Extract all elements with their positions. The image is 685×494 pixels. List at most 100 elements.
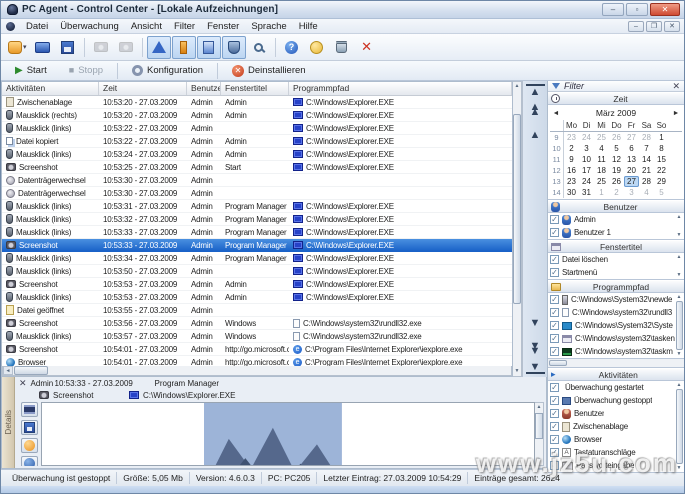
checkbox[interactable]: ✓ — [550, 383, 559, 392]
scrollbar-thumb[interactable] — [513, 114, 521, 304]
checkbox[interactable]: ✓ — [550, 396, 559, 405]
play-slideshow-button[interactable] — [21, 402, 38, 417]
calendar-day[interactable]: 2 — [564, 143, 579, 154]
calendar-day[interactable]: 25 — [594, 176, 609, 187]
calendar-day[interactable]: 1 — [654, 132, 669, 143]
table-row[interactable]: Screenshot10:53:53 - 27.03.2009AdminAdmi… — [2, 278, 512, 291]
aktivitaet-item[interactable]: ✓Überwachung gestoppt — [548, 394, 684, 407]
checkbox[interactable]: ✓ — [550, 308, 559, 317]
permissions-button[interactable] — [305, 36, 329, 59]
view-screenshots-button[interactable] — [172, 36, 196, 59]
calendar-day[interactable]: 21 — [639, 165, 654, 176]
calendar-day[interactable]: 4 — [639, 187, 654, 198]
calendar-day[interactable]: 26 — [609, 132, 624, 143]
menu-item-überwachung[interactable]: Überwachung — [54, 20, 125, 33]
checkbox[interactable]: ✓ — [550, 255, 559, 264]
table-row[interactable]: Mausklick (links)10:53:33 - 27.03.2009Ad… — [2, 226, 512, 239]
calendar-day[interactable]: 3 — [579, 143, 594, 154]
table-row[interactable]: Screenshot10:54:01 - 27.03.2009Adminhttp… — [2, 343, 512, 356]
scrollbar-thumb[interactable] — [676, 301, 683, 350]
calendar-day[interactable]: 11 — [594, 154, 609, 165]
column-header-c1[interactable]: Aktivitäten — [2, 82, 99, 95]
fenstertitel-item[interactable]: ✓Datei löschen — [548, 253, 684, 266]
programmpfad-scrollbar[interactable] — [548, 359, 684, 368]
table-row[interactable]: Mausklick (links)10:53:22 - 27.03.2009Ad… — [2, 122, 512, 135]
table-row[interactable]: Screenshot10:53:25 - 27.03.2009AdminStar… — [2, 161, 512, 174]
delete-recordings-button[interactable] — [330, 36, 354, 59]
table-row[interactable]: Mausklick (links)10:53:24 - 27.03.2009Ad… — [2, 148, 512, 161]
aktivitaet-item[interactable]: ✓Passworteingabe — [548, 459, 684, 472]
table-row[interactable]: Datei geöffnet10:53:55 - 27.03.2009Admin — [2, 304, 512, 317]
calendar-day[interactable]: 4 — [594, 143, 609, 154]
menu-item-sprache[interactable]: Sprache — [245, 20, 292, 33]
calendar-day-selected[interactable]: 27 — [624, 176, 639, 187]
checkbox[interactable]: ✓ — [550, 228, 559, 237]
checkbox[interactable]: ✓ — [550, 268, 559, 277]
calendar-day[interactable]: 30 — [564, 187, 579, 198]
aktivitaet-item[interactable]: ✓Zwischenablage — [548, 420, 684, 433]
calendar-day[interactable]: 22 — [654, 165, 669, 176]
scrollbar-thumb[interactable] — [14, 366, 48, 375]
calendar-day[interactable]: 15 — [654, 154, 669, 165]
scroll-up-icon[interactable]: ▲ — [677, 254, 682, 260]
fenstertitel-scrollbar[interactable]: ▲▼ — [675, 254, 683, 278]
column-header-c4[interactable]: Fenstertitel — [221, 82, 289, 95]
programmpfad-item[interactable]: ✓C:\Windows\System32\Syste — [548, 319, 684, 332]
scroll-up-icon[interactable]: ▲ — [513, 82, 521, 91]
programmpfad-item[interactable]: ✓C:\Windows\system32\taskm — [548, 345, 684, 358]
page-up-button[interactable]: ▲ — [526, 104, 545, 120]
scroll-up-icon[interactable]: ▲ — [677, 382, 682, 388]
table-row[interactable]: Mausklick (links)10:53:53 - 27.03.2009Ad… — [2, 291, 512, 304]
section-zeit[interactable]: Zeit — [548, 92, 684, 105]
live-view-button[interactable] — [247, 36, 271, 59]
table-row[interactable]: Datenträgerwechsel10:53:30 - 27.03.2009A… — [2, 187, 512, 200]
column-header-c5[interactable]: Programmpfad — [289, 82, 512, 95]
checkbox[interactable]: ✓ — [550, 448, 559, 457]
maximize-button[interactable]: ▫ — [626, 3, 648, 16]
next-record-button[interactable]: ▼ — [526, 315, 545, 331]
scrollbar-thumb[interactable] — [676, 389, 683, 464]
checkbox[interactable]: ✓ — [550, 215, 559, 224]
section-benutzer[interactable]: Benutzer — [548, 200, 684, 213]
open-backup-button[interactable] — [31, 36, 55, 59]
view-security-button[interactable] — [222, 36, 246, 59]
first-record-button[interactable]: ▲ — [526, 84, 545, 97]
checkbox[interactable]: ✓ — [550, 422, 559, 431]
checkbox[interactable]: ✓ — [550, 409, 559, 418]
menu-item-fenster[interactable]: Fenster — [201, 20, 245, 33]
table-row[interactable]: Mausklick (links)10:53:57 - 27.03.2009Ad… — [2, 330, 512, 343]
calendar-day[interactable]: 29 — [654, 176, 669, 187]
checkbox[interactable]: ✓ — [550, 347, 559, 356]
aktivitaet-item[interactable]: ✓Browser — [548, 433, 684, 446]
mdi-minimize-button[interactable]: – — [628, 21, 644, 32]
uninstall-button[interactable]: Deinstallieren — [224, 64, 314, 78]
calendar-day[interactable]: 8 — [654, 143, 669, 154]
calendar-day[interactable]: 6 — [624, 143, 639, 154]
calendar-day[interactable]: 5 — [654, 187, 669, 198]
benutzer-item[interactable]: ✓Admin — [548, 213, 684, 226]
fenstertitel-item[interactable]: ✓Startmenü — [548, 266, 684, 279]
calendar-day[interactable]: 19 — [609, 165, 624, 176]
table-horizontal-scrollbar[interactable]: ◄ — [2, 366, 512, 376]
table-row[interactable]: Screenshot10:53:33 - 27.03.2009AdminProg… — [2, 239, 512, 252]
scroll-up-icon[interactable]: ▲ — [677, 294, 682, 300]
table-row[interactable]: Browser10:54:01 - 27.03.2009Adminhttp://… — [2, 356, 512, 366]
table-row[interactable]: Mausklick (links)10:53:32 - 27.03.2009Ad… — [2, 213, 512, 226]
table-row[interactable]: Datenträgerwechsel10:53:30 - 27.03.2009A… — [2, 174, 512, 187]
calendar-day[interactable]: 17 — [579, 165, 594, 176]
aktivitaet-item[interactable]: ✓Benutzer — [548, 407, 684, 420]
scrollbar-thumb[interactable] — [535, 413, 543, 439]
calendar-day[interactable]: 10 — [579, 154, 594, 165]
calendar-day[interactable]: 28 — [639, 176, 654, 187]
checkbox[interactable]: ✓ — [550, 295, 559, 304]
calendar-day[interactable]: 23 — [564, 132, 579, 143]
calendar-day[interactable]: 5 — [609, 143, 624, 154]
calendar-day[interactable]: 18 — [594, 165, 609, 176]
programmpfad-scrollbar[interactable]: ▲▼ — [675, 294, 683, 357]
start-button[interactable]: ▶ Start — [7, 64, 55, 77]
menu-item-ansicht[interactable]: Ansicht — [125, 20, 168, 33]
calendar-day[interactable]: 9 — [564, 154, 579, 165]
calendar-day[interactable]: 2 — [609, 187, 624, 198]
scroll-down-icon[interactable]: ▼ — [535, 456, 543, 465]
programmpfad-item[interactable]: ✓C:\Windows\System32\newde — [548, 293, 684, 306]
